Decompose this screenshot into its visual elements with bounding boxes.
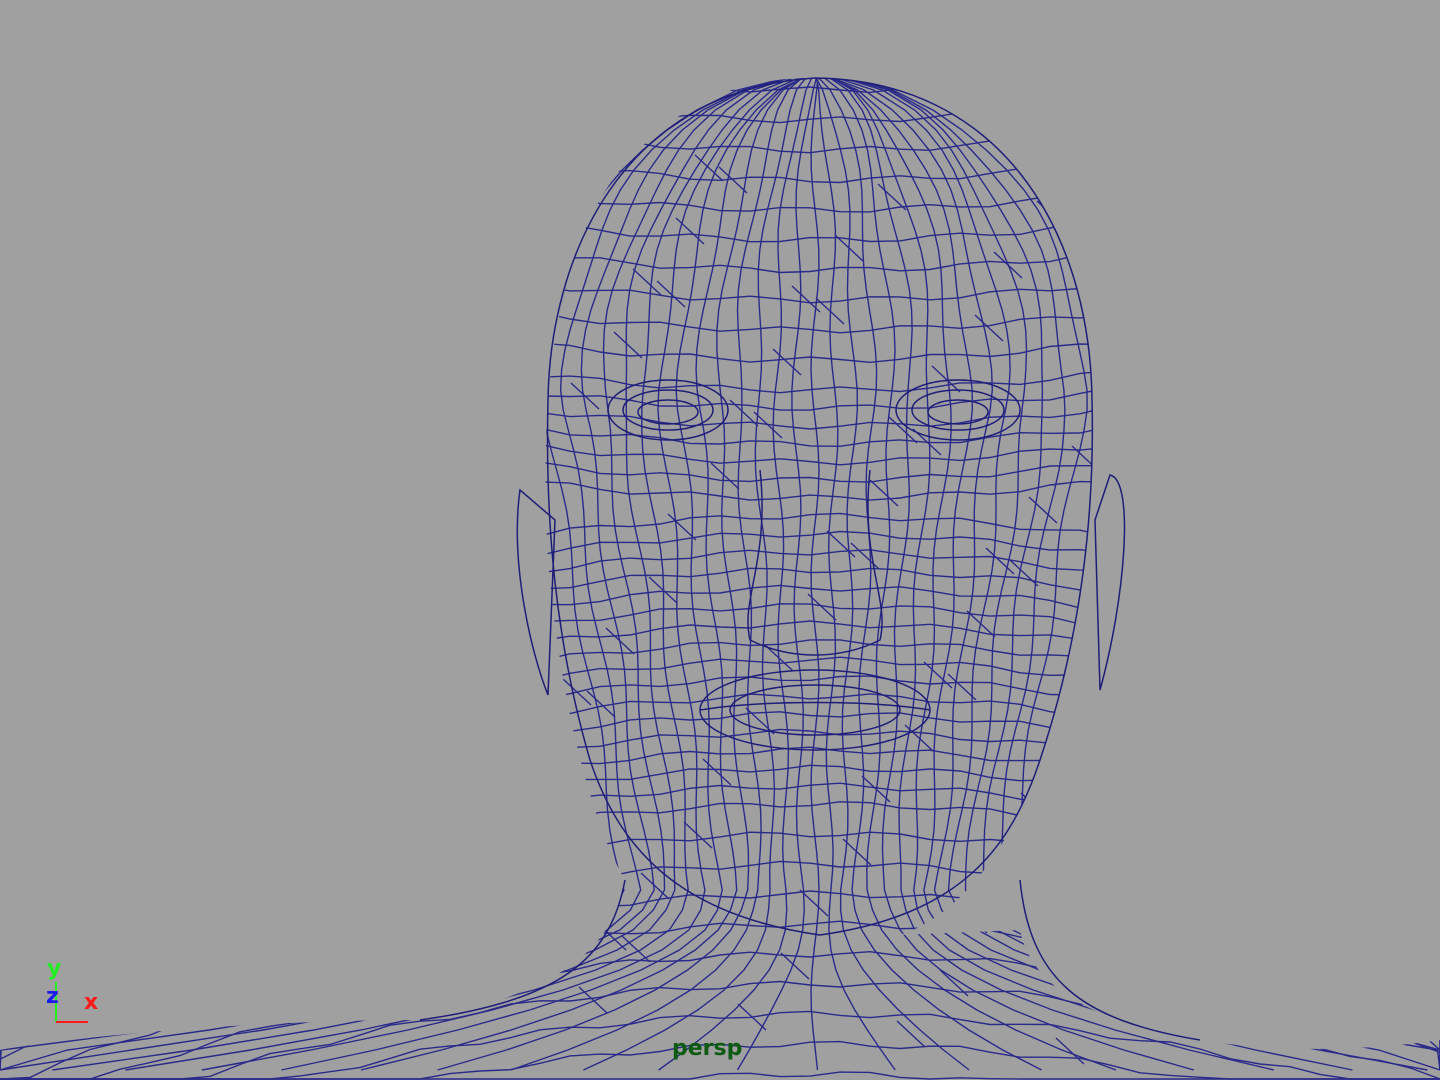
mesh-edge	[939, 969, 969, 997]
mesh-edge	[958, 906, 988, 934]
mesh-edge	[0, 639, 1440, 808]
mesh-edge	[0, 163, 1440, 304]
y-axis-label: y	[47, 956, 62, 981]
mesh-edge	[0, 257, 1440, 394]
mesh-edge	[1009, 559, 1039, 587]
mesh-edge	[896, 1020, 926, 1048]
mesh-edge	[791, 285, 821, 313]
mesh-edge	[0, 890, 1440, 1060]
mesh-edge	[0, 348, 1440, 483]
mesh-edge	[583, 78, 813, 1071]
mesh-edge	[813, 78, 1440, 1070]
mesh-edge	[0, 78, 820, 1071]
mesh-edge	[818, 78, 1440, 1070]
mesh-edge	[869, 479, 899, 507]
mesh-edge	[1063, 741, 1093, 769]
mesh-edge	[0, 746, 1440, 916]
mesh-edge	[1001, 855, 1031, 883]
mesh-edge	[0, 860, 1440, 1027]
mesh-edge	[1044, 804, 1074, 832]
camera-name-label: persp	[672, 1036, 743, 1061]
facial-features-wireframe	[419, 77, 1201, 1041]
mesh-edge	[125, 78, 813, 1071]
mesh-edge	[0, 656, 1440, 824]
mesh-edge	[0, 229, 1440, 364]
mesh-edge	[0, 584, 1440, 750]
mesh-edge	[605, 627, 635, 655]
viewport-3d[interactable]	[0, 0, 1440, 1080]
mesh-edge	[810, 78, 820, 1071]
mesh-edge	[0, 831, 1440, 995]
mesh-edge	[985, 547, 1015, 575]
mesh-edge	[0, 135, 1440, 274]
mesh-edge	[812, 78, 1440, 1071]
head-wireframe	[0, 78, 1440, 1080]
mesh-edge	[694, 154, 724, 182]
mesh-edge	[993, 251, 1023, 279]
mesh-edge	[0, 711, 1440, 875]
mesh-edge	[0, 78, 1440, 94]
mesh-edge	[562, 678, 592, 706]
mesh-edge	[559, 149, 589, 177]
mesh-edge	[974, 314, 1004, 342]
mesh-edge	[52, 78, 812, 1071]
mesh-edge	[621, 935, 651, 963]
x-axis-label: x	[84, 990, 99, 1015]
mesh-edge	[702, 758, 732, 786]
mesh-edge	[0, 980, 1440, 1080]
mesh-edge	[0, 289, 1440, 430]
z-axis-label: z	[46, 984, 59, 1009]
mesh-edge	[0, 782, 1440, 951]
mesh-edge	[0, 530, 1440, 697]
mesh-edge	[877, 183, 907, 211]
mesh-edge	[850, 542, 880, 570]
mesh-edge	[710, 462, 740, 490]
mesh-edge	[1055, 1037, 1085, 1065]
